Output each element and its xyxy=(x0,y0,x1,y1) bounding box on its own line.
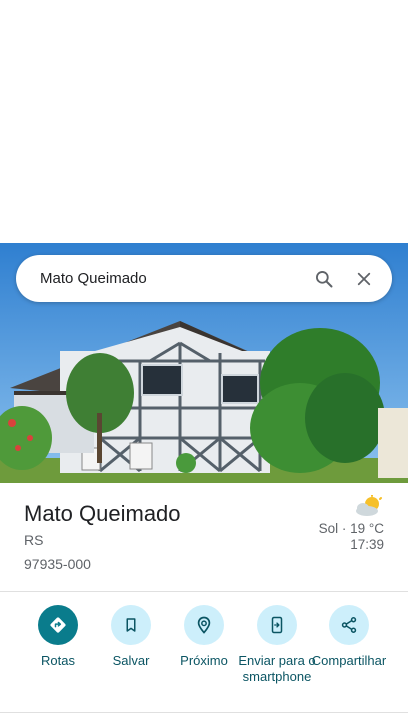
send-to-phone-icon xyxy=(271,616,283,634)
directions-button[interactable]: Rotas xyxy=(18,605,98,669)
weather-widget: Sol · 19 °C 17:39 xyxy=(319,495,384,553)
send-to-phone-label: Enviar para o smartphone xyxy=(238,653,316,684)
place-info: Mato Queimado RS 97935-000 Sol · 19 °C 1… xyxy=(0,483,408,591)
partly-sunny-icon xyxy=(356,495,382,516)
nearby-label: Próximo xyxy=(180,653,228,668)
share-button[interactable]: Compartilhar xyxy=(309,605,389,669)
search-icon[interactable] xyxy=(304,259,344,299)
place-state: RS xyxy=(24,532,44,548)
place-title: Mato Queimado xyxy=(24,501,181,526)
search-input[interactable]: Mato Queimado xyxy=(40,270,304,287)
share-icon xyxy=(341,617,357,633)
search-bar[interactable]: Mato Queimado xyxy=(16,255,392,302)
save-label: Salvar xyxy=(112,653,150,668)
directions-icon xyxy=(50,617,66,633)
place-postal-code: 97935-000 xyxy=(24,556,91,572)
send-to-phone-button[interactable]: Enviar para o smartphone xyxy=(237,605,317,685)
save-button[interactable]: Salvar xyxy=(91,605,171,669)
weather-time: 17:39 xyxy=(350,537,384,552)
bookmark-icon xyxy=(126,618,136,632)
action-bar: Rotas Salvar Próximo Enviar para o smart… xyxy=(0,605,408,705)
share-label: Compartilhar xyxy=(311,653,387,668)
divider xyxy=(0,591,408,592)
divider xyxy=(0,712,408,713)
nearby-button[interactable]: Próximo xyxy=(164,605,244,669)
nearby-icon xyxy=(197,616,211,634)
directions-label: Rotas xyxy=(41,653,75,668)
weather-summary: Sol · 19 °C xyxy=(318,521,384,536)
close-icon[interactable] xyxy=(344,259,384,299)
